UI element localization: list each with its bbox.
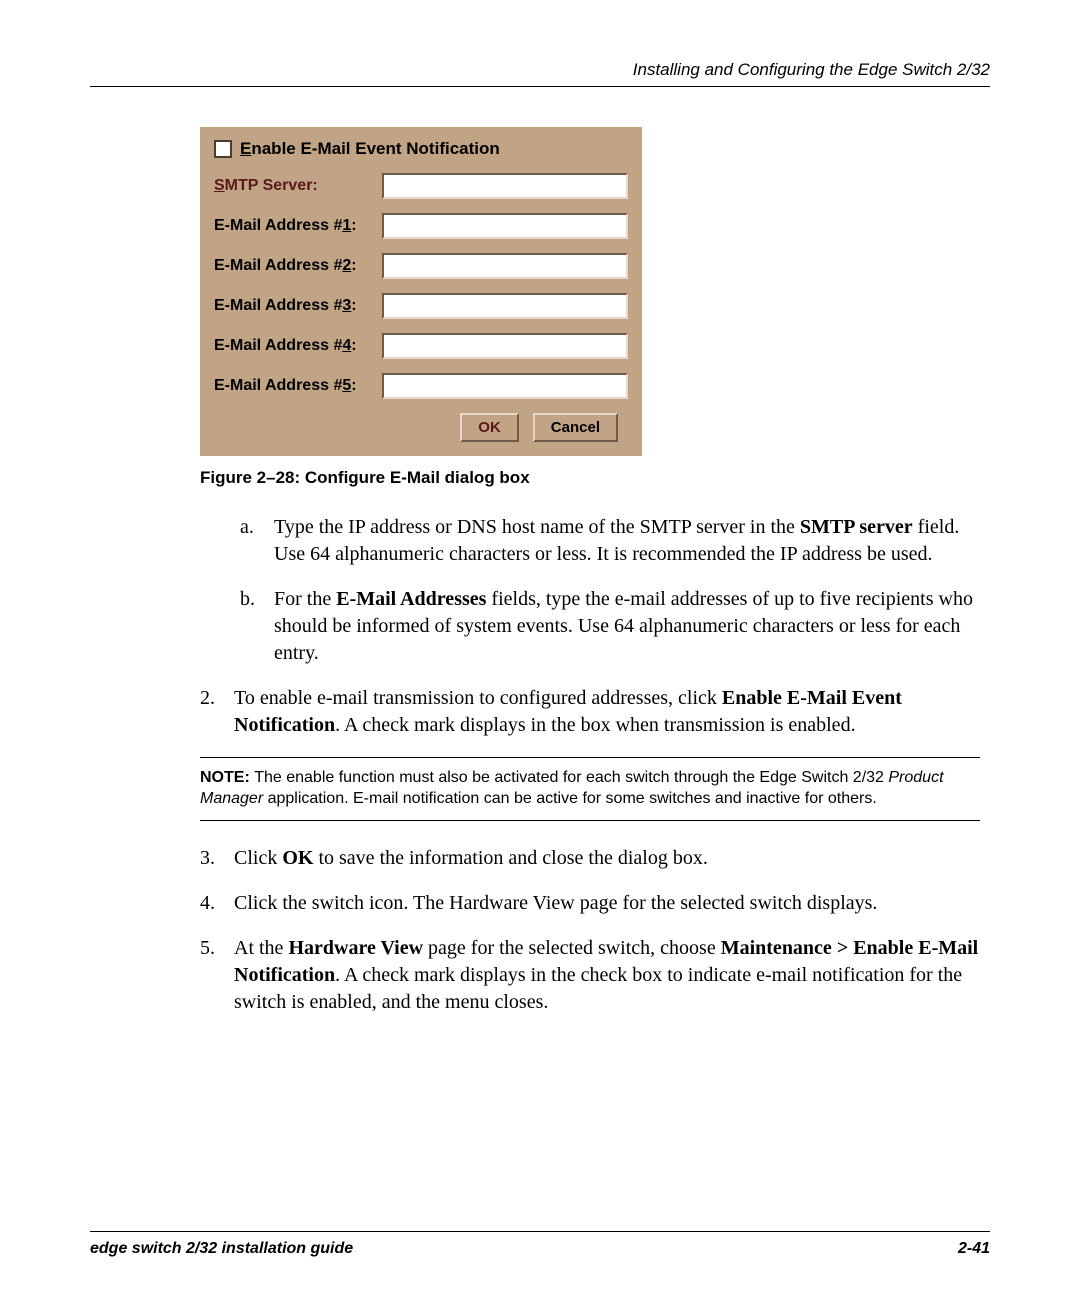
- email-address-3-input[interactable]: [382, 293, 628, 319]
- step-b-text: For the E-Mail Addresses fields, type th…: [274, 586, 980, 667]
- step-5: 5. At the Hardware View page for the sel…: [200, 935, 980, 1016]
- email-address-5-label: E-Mail Address #5:: [214, 377, 382, 395]
- footer-page-number: 2-41: [958, 1240, 990, 1258]
- email-address-3-label: E-Mail Address #3:: [214, 297, 382, 315]
- step-3-text: Click OK to save the information and clo…: [234, 845, 708, 872]
- email-config-dialog: Enable E-Mail Event Notification SMTP Se…: [200, 127, 642, 456]
- email-address-1-label: E-Mail Address #1:: [214, 217, 382, 235]
- step-2-text: To enable e-mail transmission to configu…: [234, 685, 980, 739]
- step-3: 3. Click OK to save the information and …: [200, 845, 980, 872]
- email-address-4-input[interactable]: [382, 333, 628, 359]
- enable-email-checkbox[interactable]: [214, 140, 232, 158]
- step-4: 4. Click the switch icon. The Hardware V…: [200, 890, 980, 917]
- step-a: a. Type the IP address or DNS host name …: [240, 514, 980, 568]
- step-a-text: Type the IP address or DNS host name of …: [274, 514, 980, 568]
- cancel-button[interactable]: Cancel: [533, 413, 618, 442]
- step-4-marker: 4.: [200, 890, 234, 917]
- step-5-text: At the Hardware View page for the select…: [234, 935, 980, 1016]
- step-a-marker: a.: [240, 514, 274, 568]
- step-b-marker: b.: [240, 586, 274, 667]
- email-address-2-input[interactable]: [382, 253, 628, 279]
- email-address-1-input[interactable]: [382, 213, 628, 239]
- smtp-server-input[interactable]: [382, 173, 628, 199]
- smtp-server-label: SMTP Server:: [214, 177, 382, 195]
- email-address-2-label: E-Mail Address #2:: [214, 257, 382, 275]
- step-2-marker: 2.: [200, 685, 234, 739]
- enable-email-label: Enable E-Mail Event Notification: [240, 139, 500, 159]
- step-2: 2. To enable e-mail transmission to conf…: [200, 685, 980, 739]
- step-b: b. For the E-Mail Addresses fields, type…: [240, 586, 980, 667]
- email-address-4-label: E-Mail Address #4:: [214, 337, 382, 355]
- footer-left: edge switch 2/32 installation guide: [90, 1240, 353, 1258]
- page-header: Installing and Configuring the Edge Swit…: [90, 60, 990, 87]
- step-4-text: Click the switch icon. The Hardware View…: [234, 890, 877, 917]
- figure-caption: Figure 2–28: Configure E-Mail dialog box: [200, 468, 990, 488]
- step-3-marker: 3.: [200, 845, 234, 872]
- email-address-5-input[interactable]: [382, 373, 628, 399]
- ok-button[interactable]: OK: [460, 413, 519, 442]
- note-block: NOTE: The enable function must also be a…: [200, 757, 980, 821]
- step-5-marker: 5.: [200, 935, 234, 1016]
